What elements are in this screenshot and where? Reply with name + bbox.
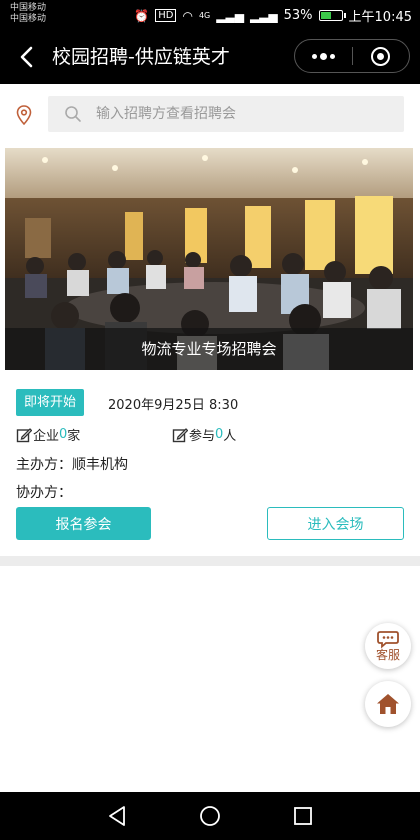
home-button[interactable] (365, 681, 411, 727)
home-circle-icon[interactable] (198, 804, 222, 828)
join-button[interactable]: 报名参会 (16, 507, 151, 540)
wifi-icon: ◠ (182, 8, 193, 23)
search-icon (65, 106, 81, 122)
edit-icon (16, 427, 32, 442)
battery-fill (320, 12, 331, 19)
mini-program-capsule (294, 39, 410, 73)
status-bar: 中国移动 中国移动 ⏰ HD ◠ 4G ▂▃▅ ▂▃▅ 53% 上午10:45 (0, 0, 420, 30)
organizer-value: 顺丰机构 (72, 457, 128, 473)
location-icon[interactable] (16, 105, 32, 125)
companies-count: 企业 0 家 (16, 425, 80, 444)
organizer-row: 主办方：顺丰机构 (16, 454, 128, 474)
search-input[interactable] (96, 96, 386, 132)
back-triangle-icon[interactable] (105, 804, 129, 828)
companies-number: 0 (59, 427, 68, 442)
companies-label: 企业 (33, 429, 60, 444)
more-dot (320, 52, 327, 60)
service-label: 客服 (375, 648, 400, 662)
back-icon[interactable] (14, 43, 42, 71)
system-nav-bar (0, 792, 420, 840)
close-ring (371, 46, 391, 66)
co-organizer-label: 协办方： (16, 485, 72, 501)
search-box[interactable] (48, 96, 404, 132)
more-dot (330, 53, 335, 59)
companies-unit: 家 (67, 429, 81, 444)
organizer-label: 主办方： (16, 457, 72, 473)
signal-icon-2: ▂▃▅ (249, 8, 278, 23)
hd-badge: HD (155, 9, 177, 22)
recents-square-icon[interactable] (291, 804, 315, 828)
edit-icon (172, 427, 188, 442)
chat-bubble-icon (377, 631, 399, 648)
participants-number: 0 (215, 427, 224, 442)
alarm-icon: ⏰ (134, 8, 150, 23)
section-divider (0, 556, 420, 566)
customer-service-button[interactable]: 客服 (365, 623, 411, 669)
participants-unit: 人 (223, 429, 237, 444)
battery-icon (318, 10, 346, 21)
close-ring-dot (377, 52, 385, 60)
event-info-card: 即将开始 2020年9月25日 8:30 企业 0 家 参与 0 人 主办方：顺… (0, 370, 420, 556)
carrier-1: 中国移动 (10, 3, 47, 13)
home-icon (377, 694, 399, 714)
more-dot (312, 53, 317, 59)
banner-caption: 物流专业专场招聘会 (5, 328, 413, 370)
carrier-info: 中国移动 中国移动 (10, 3, 46, 25)
close-icon[interactable] (353, 39, 409, 73)
page-title: 校园招聘-供应链英才 (52, 46, 230, 68)
signal-icon: ▂▃▅ (216, 8, 244, 23)
co-organizer-row: 协办方： (16, 482, 72, 502)
network-type: 4G (198, 11, 211, 20)
participants-count: 参与 0 人 (172, 425, 236, 444)
battery-percent: 53% (283, 8, 313, 23)
clock: 上午10:45 (348, 10, 412, 25)
carrier-2: 中国移动 (10, 14, 47, 24)
search-row (0, 84, 420, 144)
status-icons: ⏰ HD ◠ 4G ▂▃▅ ▂▃▅ 53% 上午10:45 (134, 6, 412, 25)
event-date: 2020年9月25日 8:30 (108, 398, 239, 413)
enter-venue-button[interactable]: 进入会场 (267, 507, 404, 540)
banner-image[interactable]: 物流专业专场招聘会 (5, 148, 413, 370)
title-bar: 校园招聘-供应链英才 (0, 30, 420, 84)
status-badge: 即将开始 (16, 389, 85, 416)
more-icon[interactable] (295, 39, 352, 73)
participants-label: 参与 (189, 429, 216, 444)
